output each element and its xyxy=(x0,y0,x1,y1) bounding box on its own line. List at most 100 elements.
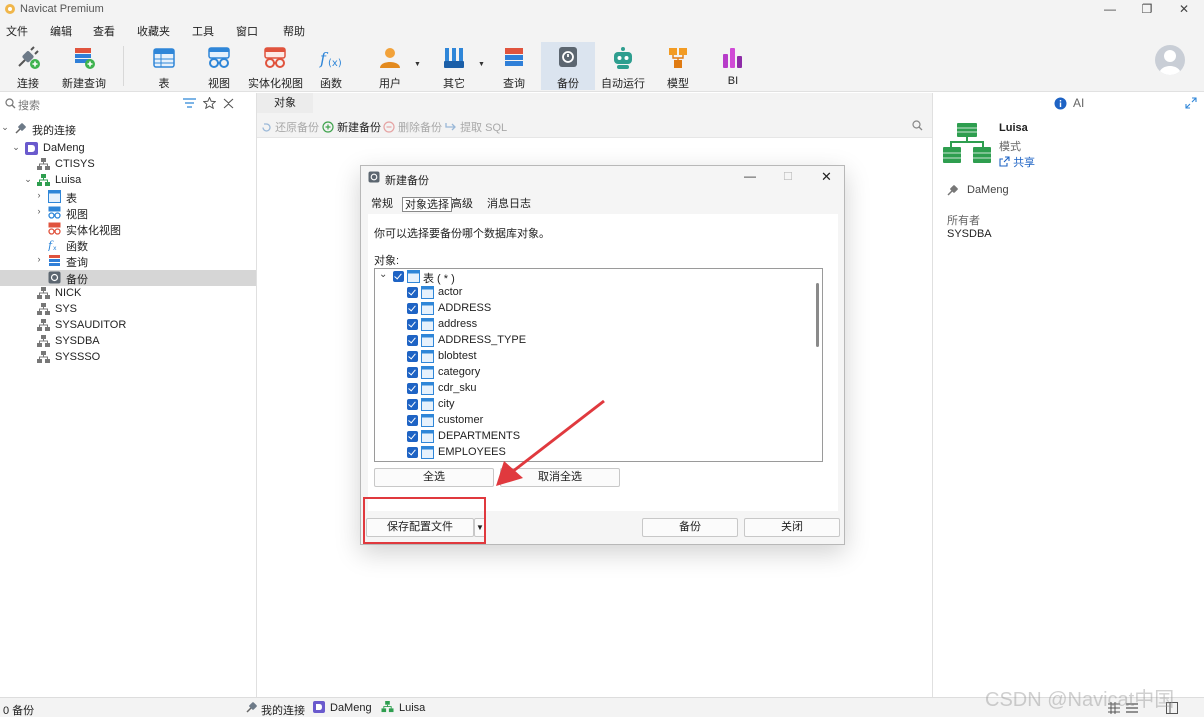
menu-edit[interactable]: 编辑 xyxy=(50,23,72,39)
item-checkbox[interactable] xyxy=(407,319,418,330)
auto-run-button[interactable]: 自动运行 xyxy=(600,42,646,90)
dialog-maximize-button[interactable]: ☐ xyxy=(783,170,793,183)
close-window-button[interactable]: ✕ xyxy=(1165,0,1203,20)
item-checkbox[interactable] xyxy=(407,383,418,394)
tree-item-views[interactable]: › 视图 xyxy=(0,205,256,221)
close-button[interactable]: 关闭 xyxy=(744,518,840,537)
list-scrollbar[interactable] xyxy=(816,283,819,347)
item-checkbox[interactable] xyxy=(407,431,418,442)
object-item[interactable]: address xyxy=(375,317,811,333)
item-checkbox[interactable] xyxy=(407,447,418,458)
other-dropdown-arrow-icon[interactable]: ▼ xyxy=(478,61,485,68)
menu-file[interactable]: 文件 xyxy=(6,23,28,39)
other-button[interactable]: 其它 xyxy=(434,42,474,90)
status-crumb-root[interactable]: 我的连接 xyxy=(261,702,305,718)
chevron-down-icon[interactable]: ⌄ xyxy=(0,122,10,133)
tree-item-schema[interactable]: CTISYS xyxy=(0,157,256,173)
tab-object-selection[interactable]: 对象选择 xyxy=(402,197,452,212)
table-button[interactable]: 表 xyxy=(144,42,184,90)
user-dropdown-arrow-icon[interactable]: ▼ xyxy=(414,61,421,68)
menu-view[interactable]: 查看 xyxy=(93,23,115,39)
item-checkbox[interactable] xyxy=(407,351,418,362)
user-button[interactable]: 用户 xyxy=(370,42,410,90)
search-icon[interactable] xyxy=(912,120,923,131)
object-item[interactable]: category xyxy=(375,365,811,381)
star-icon[interactable] xyxy=(203,97,216,109)
bi-button[interactable]: BI xyxy=(713,42,753,90)
group-checkbox[interactable] xyxy=(393,271,404,282)
maximize-button[interactable]: ❐ xyxy=(1128,0,1166,20)
item-checkbox[interactable] xyxy=(407,367,418,378)
tree-item-connection[interactable]: ⌄ DaMeng xyxy=(0,141,256,157)
object-item[interactable]: blobtest xyxy=(375,349,811,365)
object-item[interactable]: cdr_sku xyxy=(375,381,811,397)
model-button[interactable]: 模型 xyxy=(658,42,698,90)
restore-backup-button[interactable]: 还原备份 xyxy=(261,119,319,135)
item-checkbox[interactable] xyxy=(407,335,418,346)
item-checkbox[interactable] xyxy=(407,399,418,410)
chevron-down-icon[interactable]: ⌄ xyxy=(11,142,21,153)
tab-general[interactable]: 常规 xyxy=(369,197,395,212)
tree-item-tables[interactable]: › 表 xyxy=(0,189,256,205)
object-item[interactable]: actor xyxy=(375,285,811,301)
dialog-close-icon[interactable]: ✕ xyxy=(821,169,832,185)
share-link[interactable]: 共享 xyxy=(999,154,1035,170)
tab-advanced[interactable]: 高级 xyxy=(449,197,475,212)
tab-objects[interactable]: 对象 xyxy=(257,93,313,113)
chevron-right-icon[interactable]: › xyxy=(34,254,44,264)
extract-sql-button[interactable]: 提取 SQL xyxy=(445,119,507,135)
materialized-view-button[interactable]: 实体化视图 xyxy=(248,42,303,90)
object-item[interactable]: ADDRESS_TYPE xyxy=(375,333,811,349)
menu-favorites[interactable]: 收藏夹 xyxy=(137,23,170,39)
expand-icon[interactable] xyxy=(1185,97,1197,109)
menu-tools[interactable]: 工具 xyxy=(192,23,214,39)
table-icon xyxy=(421,334,434,347)
dialog-minimize-button[interactable]: — xyxy=(744,169,756,183)
tree-item-queries[interactable]: › 查询 xyxy=(0,253,256,269)
collapse-icon[interactable] xyxy=(223,98,234,109)
new-query-button[interactable]: 新建查询 xyxy=(58,42,110,90)
function-button[interactable]: f (x) 函数 xyxy=(311,42,351,90)
chevron-right-icon[interactable]: › xyxy=(34,206,44,216)
item-checkbox[interactable] xyxy=(407,415,418,426)
tree-item-schema[interactable]: SYSSSO xyxy=(0,350,256,366)
tree-item-schema[interactable]: SYS xyxy=(0,302,256,318)
select-all-button[interactable]: 全选 xyxy=(374,468,494,487)
connect-button[interactable]: 连接 xyxy=(6,42,50,90)
object-item[interactable]: ADDRESS xyxy=(375,301,811,317)
tree-item-materialized-views[interactable]: 实体化视图 xyxy=(0,221,256,237)
new-backup-button[interactable]: 新建备份 xyxy=(322,119,381,135)
chevron-right-icon[interactable]: › xyxy=(34,190,44,200)
info-icon[interactable] xyxy=(1054,97,1067,110)
tree-item-schema[interactable]: SYSAUDITOR xyxy=(0,318,256,334)
filter-icon[interactable] xyxy=(183,98,196,109)
search-input[interactable]: 搜索 xyxy=(18,97,40,113)
object-group-tables[interactable]: ⌄ 表 ( * ) xyxy=(375,269,811,285)
item-checkbox[interactable] xyxy=(407,287,418,298)
user-avatar[interactable] xyxy=(1155,45,1185,75)
restore-icon xyxy=(262,123,271,132)
status-crumb-connection[interactable]: DaMeng xyxy=(330,702,372,714)
chevron-down-icon[interactable]: ⌄ xyxy=(23,174,33,185)
tab-message-log[interactable]: 消息日志 xyxy=(485,197,533,212)
item-checkbox[interactable] xyxy=(407,303,418,314)
view-button[interactable]: 视图 xyxy=(199,42,239,90)
tree-item-functions[interactable]: fx 函数 xyxy=(0,237,256,253)
menu-help[interactable]: 帮助 xyxy=(283,23,305,39)
tree-item-backups[interactable]: 备份 xyxy=(0,270,256,286)
query-button[interactable]: 查询 xyxy=(494,42,534,90)
delete-backup-button[interactable]: 删除备份 xyxy=(383,119,442,135)
minimize-button[interactable]: — xyxy=(1091,0,1129,20)
backup-button[interactable]: 备份 xyxy=(541,42,595,90)
tree-item-schema[interactable]: NICK xyxy=(0,286,256,302)
tree-item-my-connections[interactable]: ⌄ 我的连接 xyxy=(0,121,256,137)
tree-item-schema[interactable]: SYSDBA xyxy=(0,334,256,350)
menu-window[interactable]: 窗口 xyxy=(236,23,258,39)
chevron-down-icon[interactable]: ⌄ xyxy=(379,269,387,280)
backup-run-button[interactable]: 备份 xyxy=(642,518,738,537)
status-crumb-schema[interactable]: Luisa xyxy=(399,702,425,714)
toolbar-separator xyxy=(123,46,124,86)
tree-item-schema-luisa[interactable]: ⌄ Luisa xyxy=(0,173,256,189)
schema-icon xyxy=(37,335,50,347)
ai-tab[interactable]: AI xyxy=(1073,96,1084,110)
